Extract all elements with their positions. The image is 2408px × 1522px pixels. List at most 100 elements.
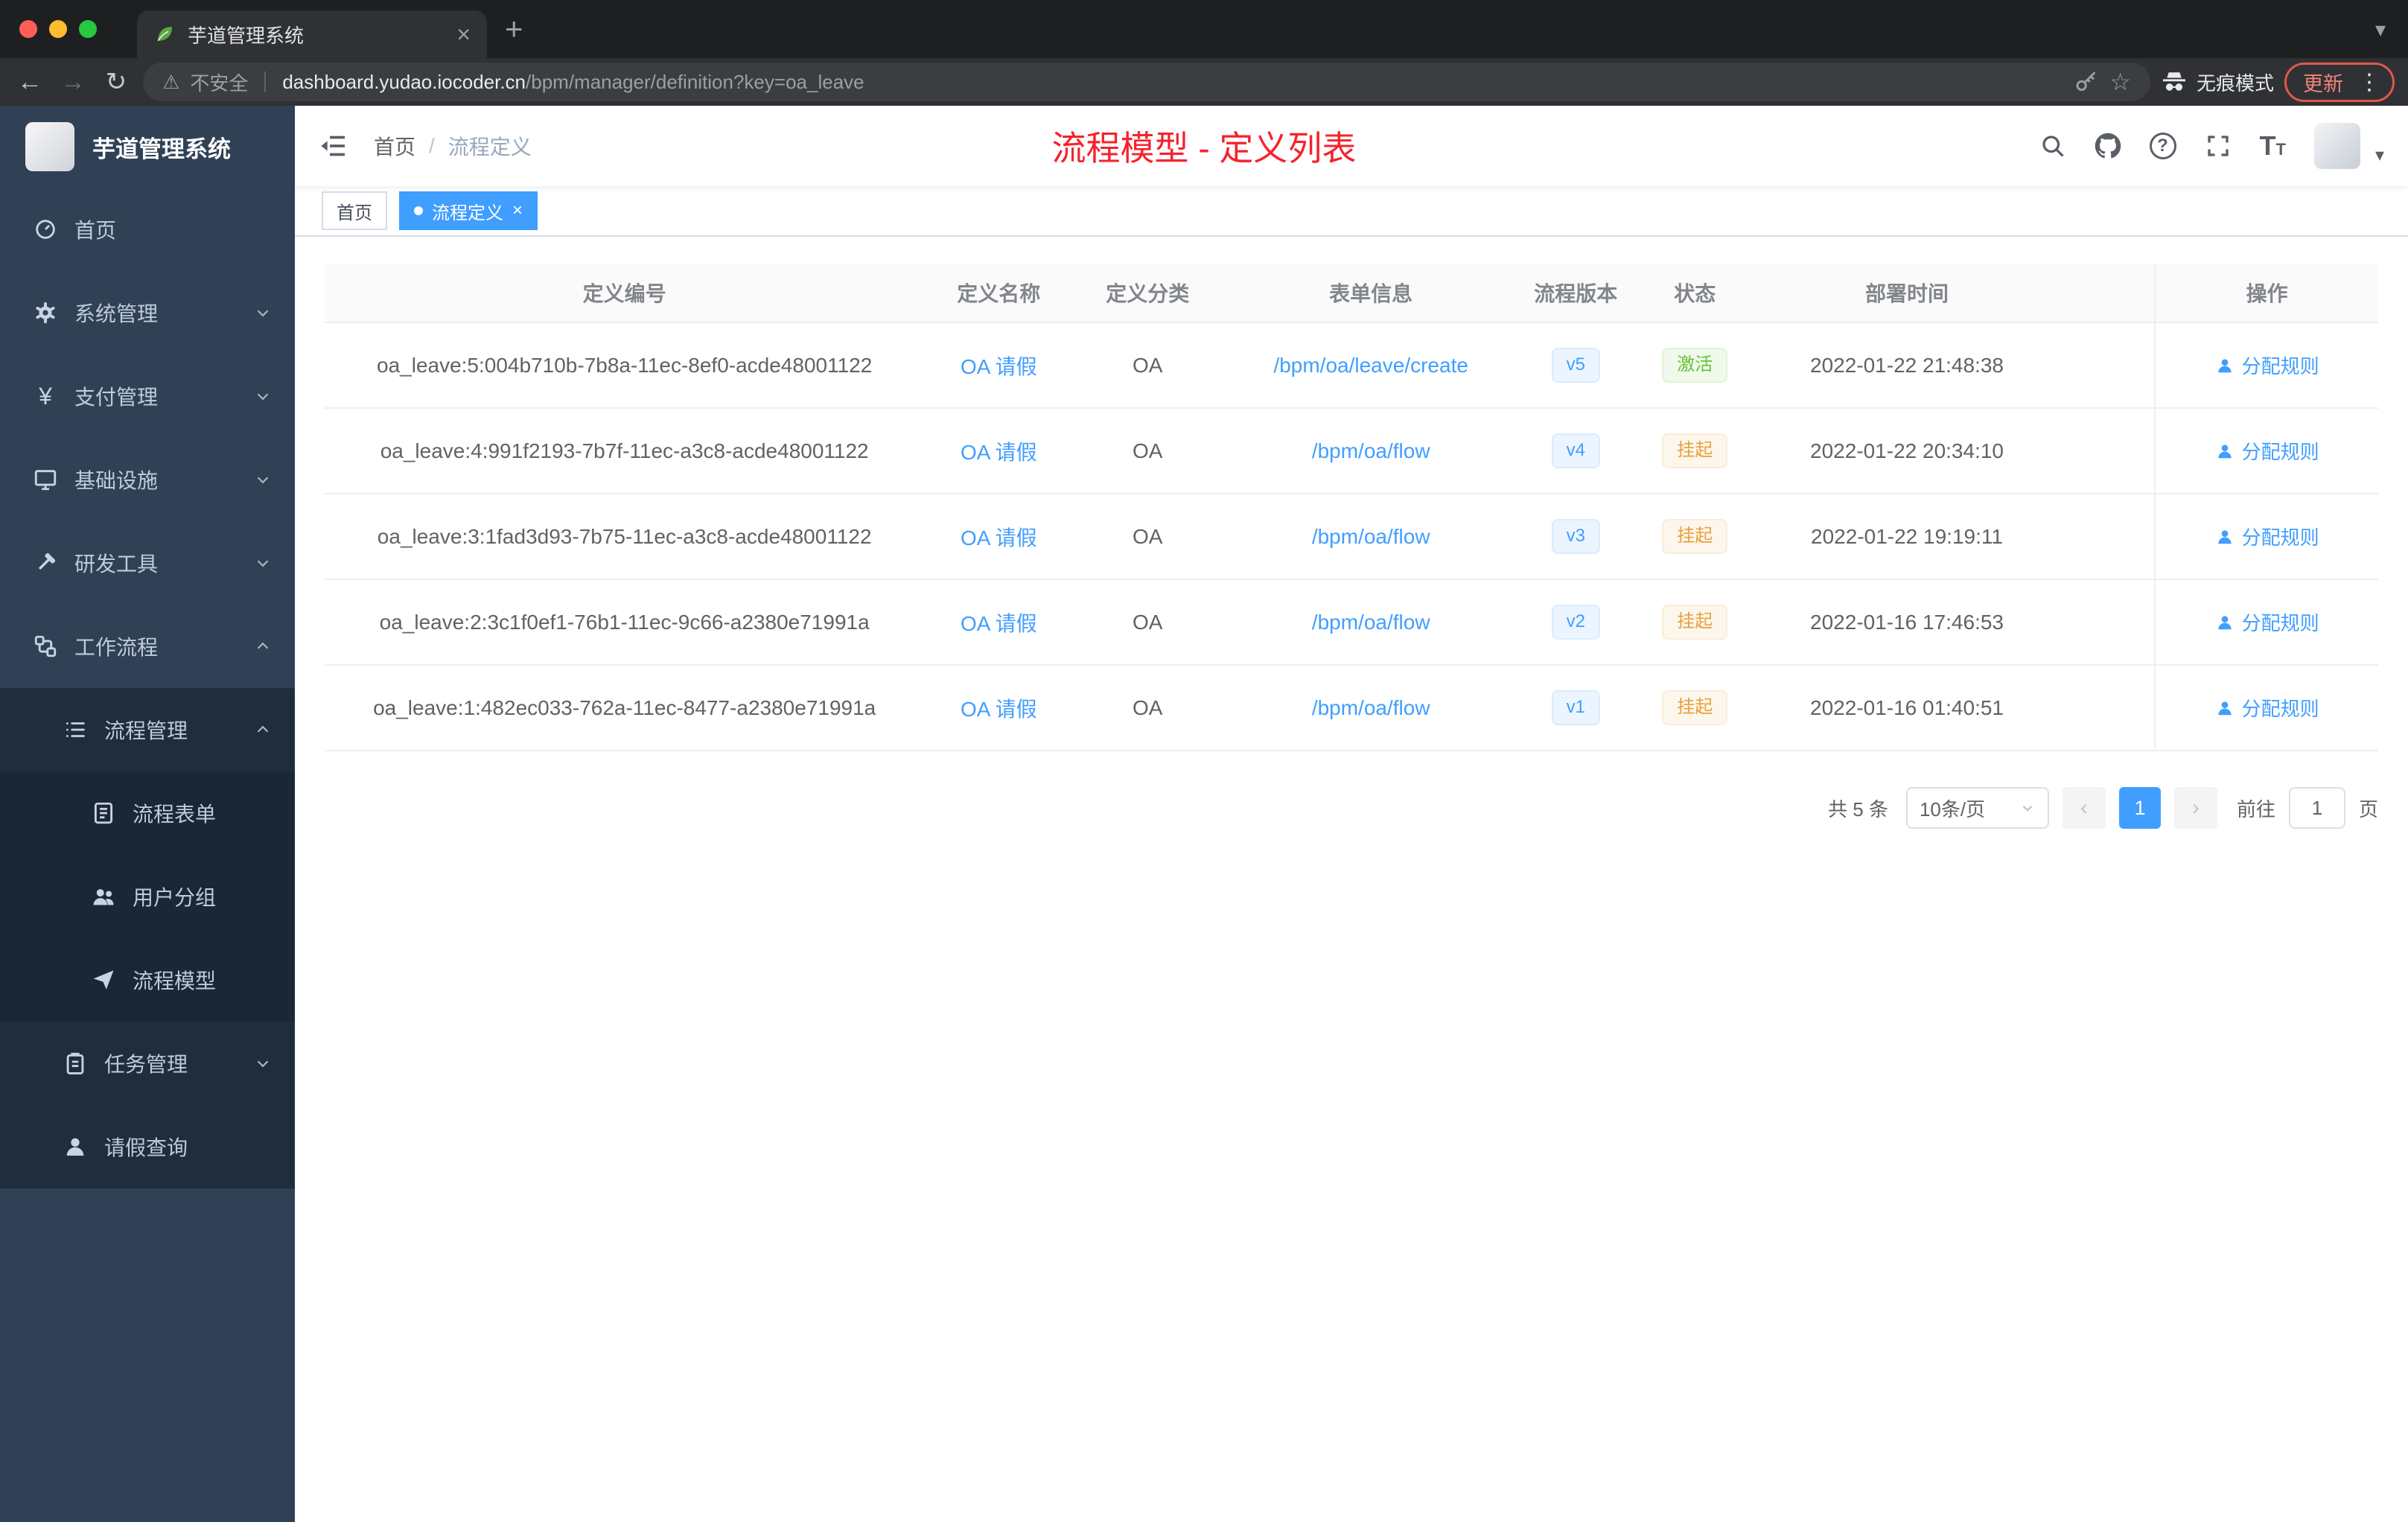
breadcrumb: 首页 / 流程定义 (374, 131, 532, 161)
col-header-deploy-time: 部署时间 (1864, 282, 1949, 305)
new-tab-button[interactable]: + (505, 13, 523, 45)
page-content: 定义编号 定义名称 定义分类 表单信息 流程版本 状态 部署时间 操作 oa_l… (295, 237, 2408, 1522)
sidebar-item-system[interactable]: 系统管理 (0, 271, 295, 354)
definition-name-link[interactable]: OA 请假 (961, 351, 1037, 380)
avatar-caret-icon[interactable]: ▾ (2375, 144, 2384, 166)
tag-process-definition[interactable]: 流程定义 × (399, 191, 538, 230)
app-frame: 芋道管理系统 首页 系统管理 ¥ 支付管理 基础设施 研发工具 工作流程 流程管… (0, 106, 2408, 1522)
sidebar-item-process-form[interactable]: 流程表单 (0, 771, 295, 855)
form-info-link[interactable]: /bpm/oa/flow (1312, 439, 1430, 463)
minimize-window-button[interactable] (49, 20, 67, 38)
status-badge: 挂起 (1662, 690, 1728, 725)
prev-page-button[interactable]: ‹ (2062, 787, 2106, 829)
tab-favicon-icon (153, 23, 176, 45)
browser-tab[interactable]: 芋道管理系统 × (137, 10, 487, 58)
person-icon (2215, 613, 2235, 632)
sidebar: 芋道管理系统 首页 系统管理 ¥ 支付管理 基础设施 研发工具 工作流程 流程管… (0, 106, 295, 1522)
deploy-time: 2022-01-22 20:34:10 (1810, 439, 2004, 462)
hamburger-icon[interactable] (319, 131, 348, 161)
tag-home[interactable]: 首页 (322, 191, 387, 230)
breadcrumb-current: 流程定义 (447, 136, 532, 159)
page-size-select[interactable]: 10条/页 (1905, 787, 2049, 829)
definition-id: oa_leave:3:1fad3d93-7b75-11ec-a3c8-acde4… (377, 524, 872, 548)
tab-close-icon[interactable]: × (456, 22, 471, 46)
tags-view-bar: 首页 流程定义 × (295, 186, 2408, 237)
form-info-link[interactable]: /bpm/oa/leave/create (1273, 354, 1468, 378)
sidebar-logo[interactable]: 芋道管理系统 (0, 106, 295, 188)
definition-name-link[interactable]: OA 请假 (961, 693, 1037, 723)
sidebar-item-workflow[interactable]: 工作流程 (0, 605, 295, 688)
assign-rule-link[interactable]: 分配规则 (2215, 437, 2319, 465)
form-info-link[interactable]: /bpm/oa/flow (1312, 611, 1430, 634)
key-icon[interactable] (2074, 69, 2099, 95)
sidebar-item-task-manage[interactable]: 任务管理 (0, 1022, 295, 1105)
deploy-time: 2022-01-16 01:40:51 (1810, 695, 2004, 719)
chevron-down-icon (253, 470, 273, 489)
fullscreen-icon[interactable] (2205, 133, 2232, 159)
browser-menu-icon[interactable]: ⋮ (2354, 69, 2385, 95)
definition-name-link[interactable]: OA 请假 (961, 608, 1037, 637)
zoom-window-button[interactable] (79, 20, 97, 38)
chevron-down-icon (253, 303, 273, 322)
col-header-status: 状态 (1674, 282, 1716, 305)
forward-button[interactable]: → (57, 68, 89, 97)
logo-avatar (25, 122, 74, 171)
sidebar-item-devtools[interactable]: 研发工具 (0, 521, 295, 605)
bookmark-star-icon[interactable]: ☆ (2109, 68, 2131, 96)
definition-id: oa_leave:2:3c1f0ef1-76b1-11ec-9c66-a2380… (379, 610, 870, 634)
reload-button[interactable]: ↻ (100, 67, 133, 97)
browser-window: 芋道管理系统 × + ▾ ← → ↻ ⚠ 不安全 dashboard.yudao… (0, 0, 2408, 1522)
github-icon[interactable] (2095, 133, 2121, 159)
back-button[interactable]: ← (13, 68, 46, 97)
version-badge: v3 (1551, 519, 1600, 554)
person-icon (2215, 698, 2235, 718)
browser-toolbar: ← → ↻ ⚠ 不安全 dashboard.yudao.iocoder.cn/b… (0, 58, 2408, 106)
navbar-actions: ? TT ▾ (2039, 123, 2384, 169)
form-info-link[interactable]: /bpm/oa/flow (1312, 525, 1430, 549)
incognito-icon (2161, 69, 2188, 95)
help-icon[interactable]: ? (2149, 133, 2176, 159)
paper-plane-icon (91, 967, 116, 993)
form-info-link[interactable]: /bpm/oa/flow (1312, 696, 1430, 720)
window-controls (0, 20, 116, 38)
browser-update-button[interactable]: 更新 ⋮ (2284, 62, 2395, 102)
yen-icon: ¥ (39, 383, 52, 410)
address-bar[interactable]: ⚠ 不安全 dashboard.yudao.iocoder.cn/bpm/man… (143, 63, 2150, 101)
assign-rule-link[interactable]: 分配规则 (2215, 608, 2319, 636)
assign-rule-link[interactable]: 分配规则 (2215, 694, 2319, 722)
chevron-down-icon (253, 386, 273, 406)
sidebar-item-leave-query[interactable]: 请假查询 (0, 1105, 295, 1188)
person-icon (2215, 527, 2235, 547)
deploy-time: 2022-01-22 21:48:38 (1810, 353, 2004, 377)
version-badge: v4 (1551, 433, 1600, 468)
font-size-icon[interactable]: TT (2260, 130, 2286, 162)
goto-label: 前往 (2236, 797, 2275, 821)
browser-tabstrip: 芋道管理系统 × + ▾ (0, 0, 2408, 58)
sidebar-item-process-manage[interactable]: 流程管理 (0, 688, 295, 771)
breadcrumb-home[interactable]: 首页 (374, 131, 415, 161)
close-window-button[interactable] (19, 20, 37, 38)
avatar[interactable] (2313, 123, 2360, 169)
pagination: 共 5 条 10条/页 ‹ 1 › 前往 页 (325, 787, 2378, 829)
page-number-button[interactable]: 1 (2118, 787, 2161, 829)
sidebar-item-user-group[interactable]: 用户分组 (0, 855, 295, 938)
list-icon (63, 717, 88, 742)
definition-name-link[interactable]: OA 请假 (961, 436, 1037, 466)
sidebar-item-infrastructure[interactable]: 基础设施 (0, 438, 295, 521)
sidebar-item-home[interactable]: 首页 (0, 188, 295, 271)
tag-close-icon[interactable]: × (512, 202, 523, 220)
status-badge: 挂起 (1662, 433, 1728, 468)
tab-search-chevron-icon[interactable]: ▾ (2375, 17, 2408, 42)
monitor-icon (33, 467, 58, 492)
page-unit-label: 页 (2358, 797, 2378, 821)
next-page-button[interactable]: › (2173, 787, 2217, 829)
sidebar-item-payment[interactable]: ¥ 支付管理 (0, 354, 295, 438)
assign-rule-link[interactable]: 分配规则 (2215, 523, 2319, 550)
goto-page-input[interactable] (2288, 787, 2345, 829)
definition-name-link[interactable]: OA 请假 (961, 522, 1037, 552)
search-icon[interactable] (2039, 133, 2066, 159)
table-row: oa_leave:3:1fad3d93-7b75-11ec-a3c8-acde4… (325, 494, 2378, 580)
sidebar-item-process-model[interactable]: 流程模型 (0, 938, 295, 1022)
total-count: 共 5 条 (1828, 797, 1888, 821)
assign-rule-link[interactable]: 分配规则 (2215, 351, 2319, 379)
